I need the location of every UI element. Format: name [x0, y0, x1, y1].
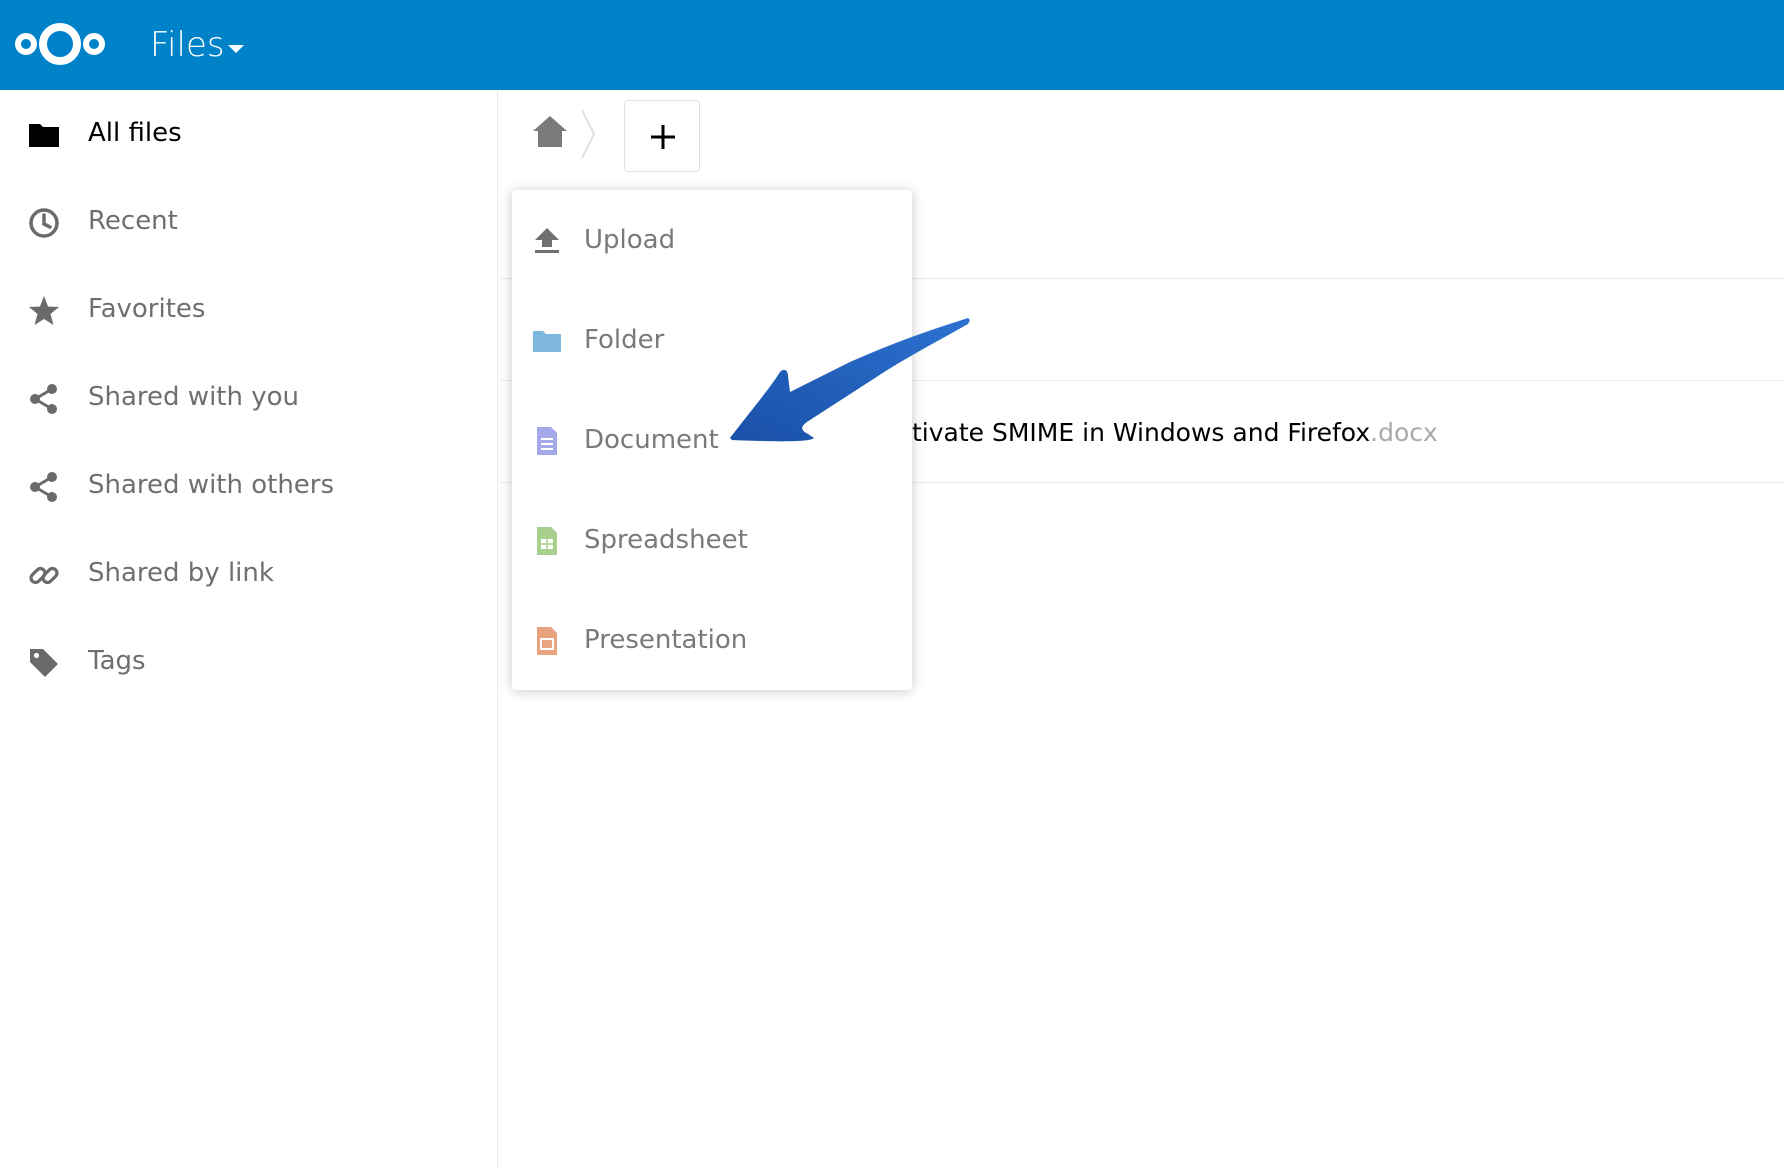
- new-file-button[interactable]: [624, 100, 700, 172]
- menu-pointer: [666, 174, 700, 191]
- sidebar-item-tags[interactable]: Tags: [0, 626, 498, 698]
- document-icon: [537, 427, 557, 455]
- file-extension: .docx: [1370, 418, 1438, 447]
- sidebar-item-favorites[interactable]: Favorites: [0, 274, 498, 346]
- tag-icon: [30, 649, 58, 677]
- menu-item-label: Presentation: [584, 625, 748, 655]
- app-title[interactable]: Files: [150, 25, 225, 65]
- clock-icon: [29, 208, 59, 238]
- sidebar-item-label: Favorites: [88, 294, 206, 324]
- sidebar: All files Recent Favorites Shared with y…: [0, 90, 498, 1168]
- pointer-arrow-annotation: [730, 318, 970, 442]
- star-icon: [29, 296, 59, 325]
- menu-item-label: Folder: [584, 325, 665, 355]
- link-icon: [29, 566, 59, 585]
- sidebar-item-label: Shared with others: [88, 470, 335, 500]
- menu-item-label: Document: [584, 425, 719, 455]
- sidebar-item-label: Recent: [88, 206, 178, 236]
- nextcloud-logo[interactable]: [14, 16, 106, 72]
- menu-item-label: Upload: [584, 225, 676, 255]
- app-header: Files: [0, 0, 1784, 90]
- menu-item-spreadsheet[interactable]: Spreadsheet: [512, 490, 912, 590]
- sidebar-item-shared-with-you[interactable]: Shared with you: [0, 362, 498, 434]
- sidebar-item-label: All files: [88, 118, 182, 148]
- menu-item-presentation[interactable]: Presentation: [512, 590, 912, 690]
- share-icon: [30, 472, 57, 502]
- folder-icon: [533, 331, 561, 352]
- sidebar-item-recent[interactable]: Recent: [0, 186, 498, 258]
- sidebar-item-label: Shared by link: [88, 558, 274, 588]
- menu-item-label: Spreadsheet: [584, 525, 748, 555]
- sidebar-item-label: Shared with you: [88, 382, 299, 412]
- presentation-icon: [537, 627, 557, 655]
- breadcrumb-separator: [581, 109, 596, 159]
- share-icon: [30, 384, 57, 414]
- folder-icon: [29, 124, 59, 147]
- sidebar-item-all-files[interactable]: All files: [0, 98, 498, 170]
- home-icon[interactable]: [530, 112, 570, 152]
- sidebar-item-label: Tags: [88, 646, 146, 676]
- sidebar-item-shared-with-others[interactable]: Shared with others: [0, 450, 498, 522]
- upload-icon: [535, 228, 559, 253]
- caret-down-icon[interactable]: [228, 45, 244, 53]
- spreadsheet-icon: [537, 527, 557, 555]
- menu-item-upload[interactable]: Upload: [512, 190, 912, 290]
- sidebar-item-shared-by-link[interactable]: Shared by link: [0, 538, 498, 610]
- plus-icon: [651, 125, 675, 149]
- file-row-name[interactable]: tivate SMIME in Windows and Firefox.docx: [912, 418, 1438, 447]
